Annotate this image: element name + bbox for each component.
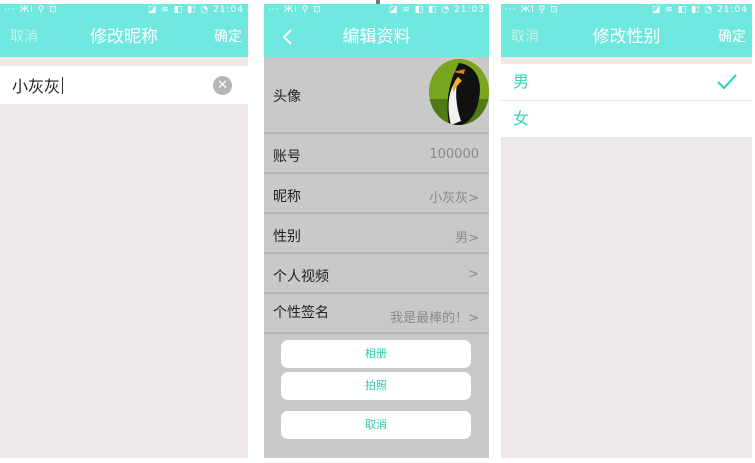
penguin-avatar-image xyxy=(429,59,489,125)
edit-profile-screen: ··· ЖІ ⚲ ⊡ ◪ ≋ ◧ ◧ ◔ 21:03 编辑资料 头像 账号 10… xyxy=(264,4,489,458)
avatar-row[interactable]: 头像 xyxy=(264,58,489,134)
option-label: 女 xyxy=(513,109,530,128)
row-value: 男> xyxy=(455,231,479,246)
nickname-input[interactable] xyxy=(12,73,202,97)
status-right-icons: ◪ ≋ ◧ ◧ ◔ 21:04 xyxy=(147,5,244,15)
row-label: 性别 xyxy=(273,229,301,245)
status-bar: ··· ЖІ ⚲ ⊡ ◪ ≋ ◧ ◧ ◔ 21:03 xyxy=(264,4,489,17)
gender-option-female[interactable]: 女 xyxy=(501,101,752,137)
status-right-icons: ◪ ≋ ◧ ◧ ◔ 21:03 xyxy=(388,5,485,15)
option-label: 男 xyxy=(513,72,530,91)
row-value: > xyxy=(468,267,479,282)
page-title: 修改昵称 xyxy=(90,27,158,47)
row-label: 昵称 xyxy=(273,189,301,205)
row-value: 小灰灰> xyxy=(429,191,479,206)
album-button[interactable]: 相册 xyxy=(281,340,471,368)
status-bar: ··· ЖІ ⚲ ⊡ ◪ ≋ ◧ ◧ ◔ 21:04 xyxy=(501,4,752,17)
row-value: 100000 xyxy=(429,147,479,162)
status-bar: ··· ЖІ ⚲ ⊡ ◪ ≋ ◧ ◧ ◔ 21:04 xyxy=(0,4,248,17)
status-right-icons: ◪ ≋ ◧ ◧ ◔ 21:04 xyxy=(651,5,748,15)
nickname-row[interactable]: 昵称 小灰灰> xyxy=(264,174,489,214)
text-cursor xyxy=(62,77,63,94)
sheet-cancel-button[interactable]: 取消 xyxy=(281,411,471,439)
nav-bar: 取消 修改昵称 确定 xyxy=(0,17,248,57)
edit-nickname-screen: ··· ЖІ ⚲ ⊡ ◪ ≋ ◧ ◧ ◔ 21:04 取消 修改昵称 确定 ✕ xyxy=(0,4,248,458)
account-row: 账号 100000 xyxy=(264,134,489,174)
camera-button[interactable]: 拍照 xyxy=(281,372,471,400)
confirm-button[interactable]: 确定 xyxy=(718,17,746,57)
row-label: 账号 xyxy=(273,149,301,165)
status-left-icons: ··· ЖІ ⚲ ⊡ xyxy=(505,5,559,15)
gender-option-male[interactable]: 男 xyxy=(501,64,752,100)
gender-row[interactable]: 性别 男> xyxy=(264,214,489,254)
status-left-icons: ··· ЖІ ⚲ ⊡ xyxy=(268,5,322,15)
avatar[interactable] xyxy=(429,59,489,125)
nav-bar: 编辑资料 xyxy=(264,17,489,57)
avatar-label: 头像 xyxy=(273,89,301,105)
row-label: 个人视频 xyxy=(273,269,329,285)
row-value: 我是最棒的！> xyxy=(390,311,479,326)
clear-icon[interactable]: ✕ xyxy=(213,76,232,95)
nickname-field-row: ✕ xyxy=(0,66,248,104)
row-label: 个性签名 xyxy=(273,305,329,321)
checkmark-icon xyxy=(717,74,737,90)
status-left-icons: ··· ЖІ ⚲ ⊡ xyxy=(4,5,58,15)
personal-video-row[interactable]: 个人视频 > xyxy=(264,254,489,294)
confirm-button[interactable]: 确定 xyxy=(214,17,242,57)
page-title: 修改性别 xyxy=(592,27,661,47)
nav-bar: 取消 修改性别 确定 xyxy=(501,17,752,57)
signature-row[interactable]: 个性签名 我是最棒的！> xyxy=(264,294,489,334)
edit-gender-screen: ··· ЖІ ⚲ ⊡ ◪ ≋ ◧ ◧ ◔ 21:04 取消 修改性别 确定 男 … xyxy=(501,4,752,458)
page-title: 编辑资料 xyxy=(342,27,411,47)
